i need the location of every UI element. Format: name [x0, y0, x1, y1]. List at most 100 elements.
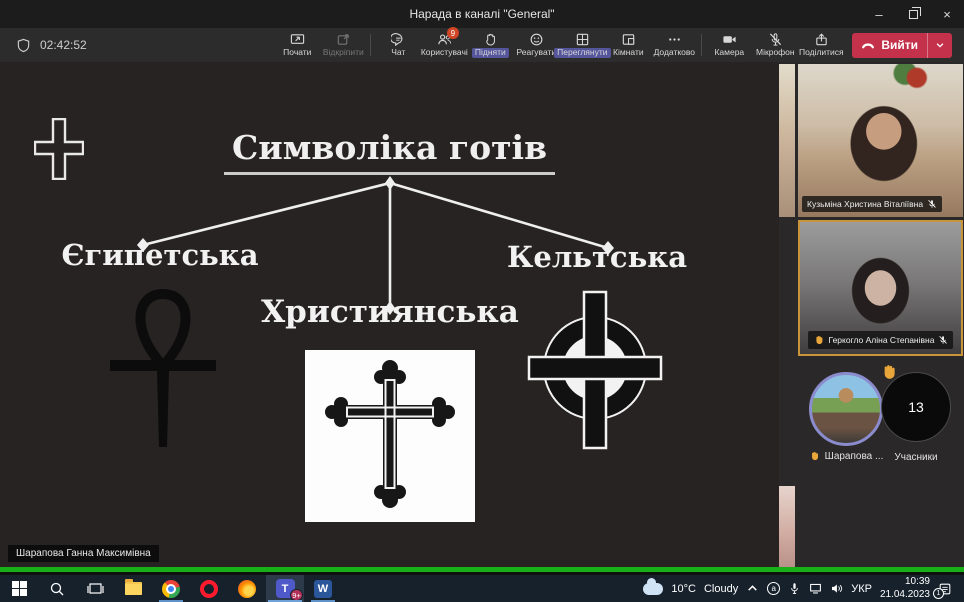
- input-indicator-icon[interactable]: a: [767, 582, 780, 595]
- tray-microphone-icon[interactable]: [788, 582, 801, 595]
- share-label: Поділитися: [799, 48, 844, 57]
- ankh-symbol: [108, 288, 218, 450]
- close-button[interactable]: ×: [930, 0, 964, 28]
- grid-icon: [575, 32, 590, 47]
- participants-badge: 9: [447, 27, 459, 39]
- weather-temp[interactable]: 10°C: [671, 583, 696, 595]
- popout-icon: [336, 32, 351, 47]
- participant-video-kuzmina[interactable]: Кузьміна Христина Віталіївна: [798, 64, 963, 217]
- raise-hand-label: Підняти: [472, 48, 509, 57]
- opera-button[interactable]: [190, 575, 228, 602]
- language-indicator[interactable]: УКР: [851, 583, 872, 595]
- leave-button[interactable]: Вийти: [852, 33, 952, 58]
- more-icon: [667, 32, 682, 47]
- word-icon: W: [314, 580, 332, 598]
- word-button[interactable]: W: [304, 575, 342, 602]
- branch-label-egyptian: Єгипетська: [61, 238, 258, 272]
- chat-button[interactable]: Чат: [375, 28, 421, 62]
- more-label: Додатково: [654, 48, 695, 57]
- shared-screen: Символіка готів Єгипетська Кельтська Хри…: [0, 62, 779, 575]
- participants-count-label: Учасники: [894, 452, 937, 463]
- start-presenting-button[interactable]: Почати: [274, 28, 320, 62]
- raise-hand-icon: [483, 32, 498, 47]
- teams-button[interactable]: T 9+: [266, 575, 304, 602]
- participant-name: Шарапова ...: [825, 451, 884, 462]
- branch-label-christian: Християнська: [261, 294, 519, 330]
- participant-name: Геркогло Аліна Степанівна: [829, 335, 935, 345]
- share-button[interactable]: Поділитися: [798, 28, 844, 62]
- window-title: Нарада в каналі "General": [409, 7, 554, 21]
- participant-name: Кузьміна Христина Віталіївна: [807, 199, 923, 209]
- raised-hand-icon: [813, 334, 825, 346]
- chat-label: Чат: [391, 48, 405, 57]
- presenter-name-overlay: Шарапова Ганна Максимівна: [8, 545, 159, 562]
- mic-off-icon: [768, 32, 783, 47]
- more-button[interactable]: Додатково: [651, 28, 697, 62]
- react-button[interactable]: Реагувати: [513, 28, 559, 62]
- react-label: Реагувати: [516, 48, 556, 57]
- participants-panel: Кузьміна Христина Віталіївна Геркогло Ал…: [779, 62, 964, 575]
- chrome-button[interactable]: [152, 575, 190, 602]
- teams-meeting-window: Нарада в каналі "General" – × 02:42:52 П…: [0, 0, 964, 602]
- teams-badge: 9+: [290, 589, 303, 601]
- action-center-button[interactable]: 1: [938, 582, 956, 596]
- task-view-button[interactable]: [76, 575, 114, 602]
- raised-hand-icon: [879, 362, 899, 382]
- search-button[interactable]: [38, 575, 76, 602]
- camera-button[interactable]: Камера: [706, 28, 752, 62]
- cropped-video-sliver: [779, 64, 795, 217]
- search-icon: [49, 581, 65, 597]
- task-view-icon: [87, 581, 104, 596]
- avatar-sharapova[interactable]: [809, 372, 883, 446]
- clock[interactable]: 10:39 21.04.2023: [880, 576, 930, 601]
- popout-label: Відкріпити: [323, 48, 364, 57]
- start-button[interactable]: [0, 575, 38, 602]
- camera-icon: [722, 32, 737, 47]
- orthodox-cross-card: [305, 350, 475, 522]
- weather-condition[interactable]: Cloudy: [704, 583, 738, 595]
- maximize-button[interactable]: [896, 0, 930, 28]
- participant-video-bottom[interactable]: [798, 486, 963, 567]
- start-presenting-label: Почати: [283, 48, 311, 57]
- participants-count-circle[interactable]: 13: [881, 372, 951, 442]
- view-button[interactable]: Переглянути: [559, 28, 605, 62]
- notification-count: 1: [933, 588, 944, 599]
- hidden-icons-chevron[interactable]: [746, 582, 759, 595]
- celtic-cross-symbol: [525, 290, 665, 452]
- microphone-label: Мікрофон: [756, 48, 795, 57]
- system-tray: 10°C Cloudy a УКР 10:39 21.04.2023 1: [643, 576, 964, 601]
- chat-icon: [391, 32, 406, 47]
- chevron-down-icon[interactable]: [928, 40, 952, 50]
- toolbar-separator: [370, 34, 371, 56]
- leave-label: Вийти: [881, 38, 918, 52]
- popout-button[interactable]: Відкріпити: [320, 28, 366, 62]
- tray-time: 10:39: [880, 576, 930, 589]
- share-icon: [814, 32, 829, 47]
- windows-taskbar: T 9+ W 10°C Cloudy a УКР 10:39 21: [0, 575, 964, 602]
- rooms-icon: [621, 32, 636, 47]
- restore-icon: [909, 10, 918, 19]
- rooms-label: Кімнати: [613, 48, 644, 57]
- folder-icon: [125, 582, 142, 595]
- participants-button[interactable]: 9 Користувачі: [421, 28, 467, 62]
- minimize-button[interactable]: –: [862, 0, 896, 28]
- camera-label: Камера: [714, 48, 744, 57]
- chrome-icon: [162, 580, 180, 598]
- network-icon[interactable]: [809, 582, 822, 595]
- rooms-button[interactable]: Кімнати: [605, 28, 651, 62]
- branch-label-celtic: Кельтська: [507, 240, 687, 274]
- mic-off-icon: [927, 199, 937, 209]
- tray-date: 21.04.2023: [880, 589, 930, 602]
- file-explorer-button[interactable]: [114, 575, 152, 602]
- participants-count: 13: [908, 399, 924, 415]
- raised-hand-icon: [809, 450, 821, 462]
- orthodox-cross-symbol: [305, 350, 475, 522]
- microphone-button[interactable]: Мікрофон: [752, 28, 798, 62]
- smiley-icon: [529, 32, 544, 47]
- raise-hand-button[interactable]: Підняти: [467, 28, 513, 62]
- windows-logo-icon: [12, 581, 27, 596]
- weather-cloud-icon: [643, 583, 663, 595]
- volume-icon[interactable]: [830, 582, 843, 595]
- participant-video-herkohlo[interactable]: Геркогло Аліна Степанівна: [798, 220, 963, 356]
- firefox-button[interactable]: [228, 575, 266, 602]
